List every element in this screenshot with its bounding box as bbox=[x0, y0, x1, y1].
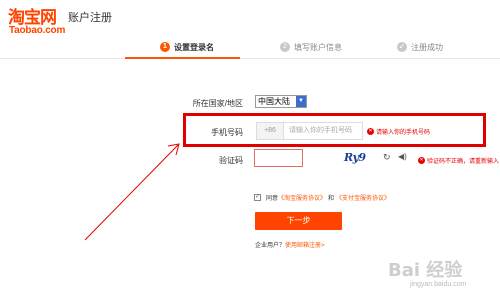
watermark-text: Bai 经验 bbox=[388, 260, 463, 281]
baidu-jingyan-watermark: Bai 经验 jingyan.baidu.com bbox=[388, 256, 488, 294]
watermark-url: jingyan.baidu.com bbox=[410, 281, 467, 288]
annotation-arrow bbox=[84, 143, 180, 241]
